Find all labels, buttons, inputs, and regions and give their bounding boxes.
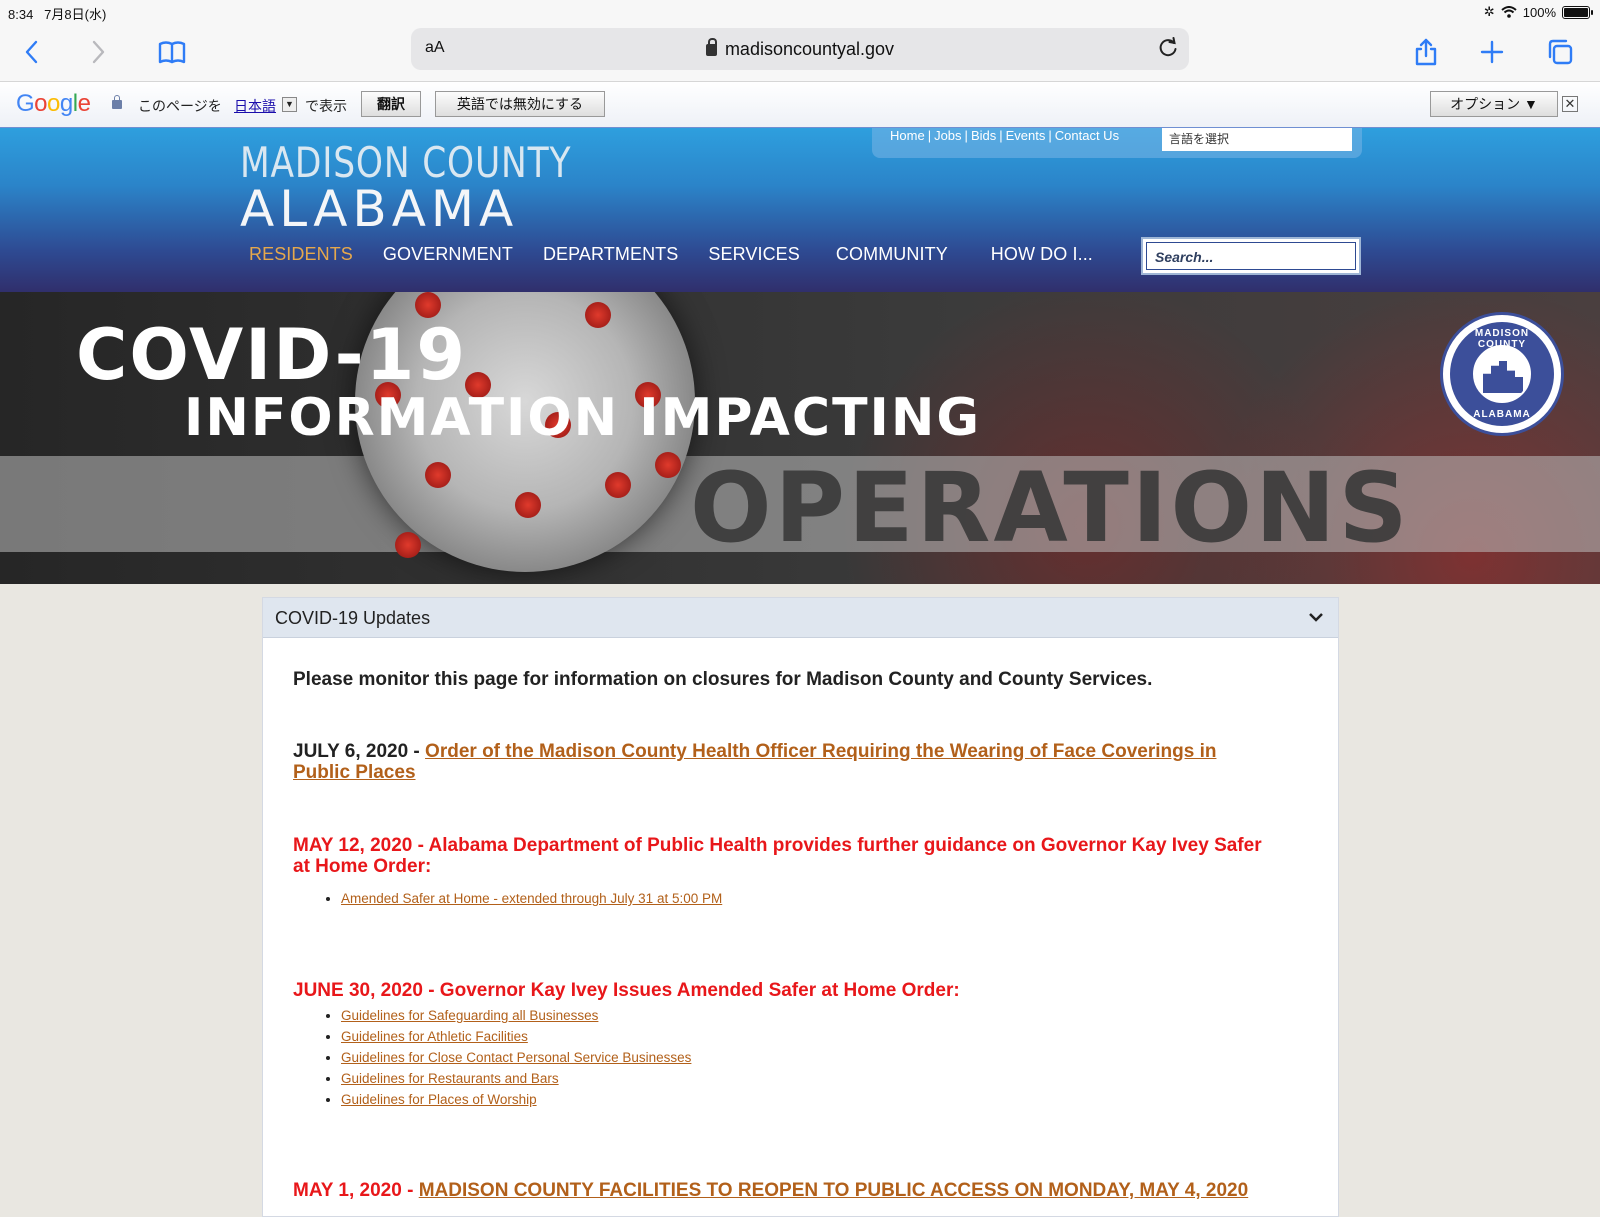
may12-links: Amended Safer at Home - extended through… <box>341 888 722 909</box>
list-item: Guidelines for Safeguarding all Business… <box>341 1005 691 1026</box>
status-bar: 8:34 7月8日(水) ✲ 100% <box>0 0 1600 24</box>
banner-title-impacting: INFORMATION IMPACTING <box>184 388 982 448</box>
utility-bar: Home | Jobs | Bids | Events | Contact Us 言語を選択 <box>872 128 1362 158</box>
list-item: Guidelines for Restaurants and Bars <box>341 1068 691 1089</box>
forward-button[interactable] <box>78 32 118 72</box>
disable-english-button[interactable]: 英語では無効にする <box>435 91 605 117</box>
tabs-icon <box>1548 39 1573 65</box>
utility-link-bids[interactable]: Bids <box>971 128 996 143</box>
address-bar[interactable]: aA madisoncountyal.gov <box>411 28 1189 70</box>
tabs-button[interactable] <box>1540 32 1580 72</box>
list-item: Guidelines for Places of Worship <box>341 1089 691 1110</box>
activity-icon: ✲ <box>1483 4 1495 19</box>
back-button[interactable] <box>12 32 52 72</box>
june30-links: Guidelines for Safeguarding all Business… <box>341 1005 691 1110</box>
amended-safer-at-home-link[interactable]: Amended Safer at Home - extended through… <box>341 891 722 906</box>
utility-link-contact[interactable]: Contact Us <box>1055 128 1119 143</box>
entry-date: MAY 1, 2020 - <box>293 1180 419 1201</box>
banner-title-covid: COVID-19 <box>76 314 468 396</box>
wifi-icon <box>1501 6 1517 18</box>
share-icon <box>1415 38 1437 66</box>
lock-icon <box>705 38 717 56</box>
chevron-right-icon <box>92 40 105 64</box>
guideline-athletic-link[interactable]: Guidelines for Athletic Facilities <box>341 1029 528 1044</box>
bookmarks-button[interactable] <box>152 32 192 72</box>
options-button[interactable]: オプション ▼ <box>1430 91 1558 117</box>
site-header: MADISON COUNTY ALABAMA Home | Jobs | Bids | Ev… <box>0 128 1600 292</box>
entry-date: JULY 6, 2020 - <box>293 741 426 762</box>
face-covering-order-link[interactable]: Order of the Madison County Health Offic… <box>293 741 1216 783</box>
panel-title: COVID-19 Updates <box>275 608 431 628</box>
seal-emblem <box>1473 345 1531 403</box>
utility-link-home[interactable]: Home <box>890 128 925 143</box>
google-logo: Google <box>16 90 91 117</box>
translate-prompt-text: このページを <box>138 98 222 114</box>
list-item: Amended Safer at Home - extended through… <box>341 888 722 909</box>
chevron-down-icon[interactable] <box>1308 610 1324 628</box>
lock-icon <box>112 95 122 109</box>
main-nav: RESIDENTS GOVERNMENT DEPARTMENTS SERVICE… <box>249 244 1123 265</box>
utility-link-jobs[interactable]: Jobs <box>934 128 961 143</box>
plus-icon <box>1480 40 1504 64</box>
nav-departments[interactable]: DEPARTMENTS <box>543 244 678 265</box>
status-time: 8:34 7月8日(水) <box>8 7 107 22</box>
nav-community[interactable]: COMMUNITY <box>836 244 948 265</box>
update-entry-may12: MAY 12, 2020 - Alabama Department of Pub… <box>293 835 1262 877</box>
banner-title-operations: OPERATIONS <box>690 452 1411 564</box>
nav-residents[interactable]: RESIDENTS <box>249 244 353 265</box>
google-translate-bar: Google このページを 日本語 ▼ で表示 翻訳 英語では無効にする オプシ… <box>0 82 1600 128</box>
covid-updates-panel: COVID-19 Updates Please monitor this pag… <box>262 597 1339 1217</box>
translate-button[interactable]: 翻訳 <box>361 91 421 117</box>
county-seal: MADISON COUNTY ALABAMA <box>1440 312 1564 436</box>
site-search-box: Search... <box>1141 237 1361 275</box>
url-text: madisoncountyal.gov <box>411 38 1189 60</box>
battery-icon <box>1562 5 1593 19</box>
language-link[interactable]: 日本語 <box>234 96 276 116</box>
translate-prompt-suffix: で表示 <box>305 98 347 114</box>
guideline-personal-service-link[interactable]: Guidelines for Close Contact Personal Se… <box>341 1050 691 1065</box>
intro-text: Please monitor this page for information… <box>293 669 1153 690</box>
guideline-businesses-link[interactable]: Guidelines for Safeguarding all Business… <box>341 1008 598 1023</box>
language-dropdown-icon[interactable]: ▼ <box>282 97 297 112</box>
status-right: ✲ 100% <box>1483 4 1593 20</box>
battery-percent: 100% <box>1522 4 1556 20</box>
book-icon <box>158 41 186 64</box>
language-select[interactable]: 言語を選択 <box>1162 128 1352 151</box>
new-tab-button[interactable] <box>1472 32 1512 72</box>
update-entry-june30: JUNE 30, 2020 - Governor Kay Ivey Issues… <box>293 980 960 1001</box>
update-entry-july6: JULY 6, 2020 - Order of the Madison Coun… <box>293 741 1273 783</box>
nav-services[interactable]: SERVICES <box>708 244 800 265</box>
guideline-restaurants-link[interactable]: Guidelines for Restaurants and Bars <box>341 1071 559 1086</box>
nav-government[interactable]: GOVERNMENT <box>383 244 513 265</box>
list-item: Guidelines for Athletic Facilities <box>341 1026 691 1047</box>
share-button[interactable] <box>1406 32 1446 72</box>
facilities-reopen-link[interactable]: MADISON COUNTY FACILITIES TO REOPEN TO P… <box>419 1180 1248 1201</box>
nav-how-do-i[interactable]: HOW DO I... <box>991 244 1093 265</box>
site-logo-line2[interactable]: ALABAMA <box>240 180 518 238</box>
guideline-worship-link[interactable]: Guidelines for Places of Worship <box>341 1092 537 1107</box>
reload-icon <box>1159 37 1177 57</box>
covid-banner: COVID-19 INFORMATION IMPACTING OPERATION… <box>0 292 1600 584</box>
browser-toolbar: aA madisoncountyal.gov <box>0 24 1600 82</box>
close-icon[interactable]: ✕ <box>1562 96 1578 112</box>
utility-links: Home | Jobs | Bids | Events | Contact Us <box>890 128 1120 143</box>
chevron-left-icon <box>25 40 38 64</box>
seal-text-bottom: ALABAMA <box>1473 409 1531 420</box>
site-search-input[interactable]: Search... <box>1146 242 1356 270</box>
update-entry-may1: MAY 1, 2020 - MADISON COUNTY FACILITIES … <box>293 1180 1323 1201</box>
list-item: Guidelines for Close Contact Personal Se… <box>341 1047 691 1068</box>
panel-header[interactable]: COVID-19 Updates <box>263 598 1338 638</box>
utility-link-events[interactable]: Events <box>1006 128 1046 143</box>
reload-button[interactable] <box>1157 37 1179 64</box>
